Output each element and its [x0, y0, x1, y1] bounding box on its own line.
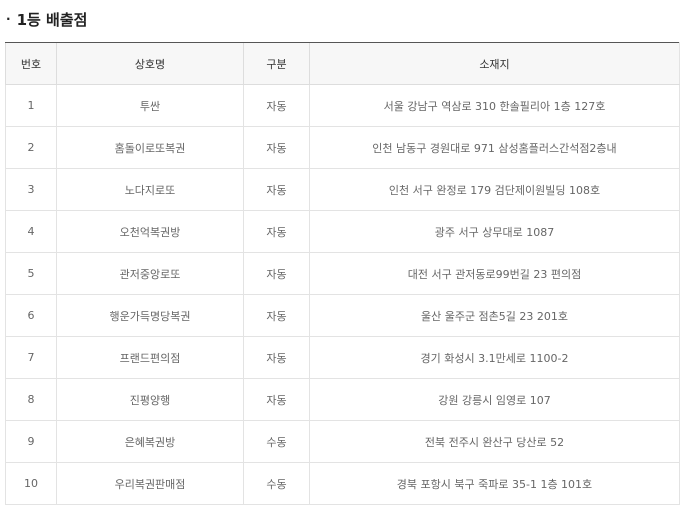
cell-address: 강원 강릉시 임영로 107 [309, 378, 680, 421]
cell-name: 오천억복권방 [56, 210, 244, 253]
cell-no: 8 [5, 378, 57, 421]
table-row: 9 은혜복권방 수동 전북 전주시 완산구 당산로 52 [5, 420, 680, 463]
cell-no: 4 [5, 210, 57, 253]
cell-no: 1 [5, 84, 57, 127]
cell-address: 전북 전주시 완산구 당산로 52 [309, 420, 680, 463]
table-header-row: 번호 상호명 구분 소재지 [5, 42, 680, 85]
table-row: 8 진평양행 자동 강원 강릉시 임영로 107 [5, 378, 680, 421]
cell-address: 대전 서구 관저동로99번길 23 편의점 [309, 252, 680, 295]
cell-address: 서울 강남구 역삼로 310 한솔필리아 1층 127호 [309, 84, 680, 127]
winning-stores-table: 번호 상호명 구분 소재지 1 투싼 자동 서울 강남구 역삼로 310 한솔필… [5, 42, 680, 505]
cell-name: 홈돌이로또복권 [56, 126, 244, 169]
cell-type: 자동 [243, 378, 310, 421]
table-row: 10 우리복권판매점 수동 경북 포항시 북구 죽파로 35-1 1층 101호 [5, 462, 680, 505]
cell-no: 5 [5, 252, 57, 295]
cell-type: 수동 [243, 462, 310, 505]
header-address: 소재지 [309, 42, 680, 85]
table-row: 4 오천억복권방 자동 광주 서구 상무대로 1087 [5, 210, 680, 253]
cell-no: 10 [5, 462, 57, 505]
cell-no: 6 [5, 294, 57, 337]
cell-no: 2 [5, 126, 57, 169]
cell-type: 자동 [243, 294, 310, 337]
cell-address: 경북 포항시 북구 죽파로 35-1 1층 101호 [309, 462, 680, 505]
cell-no: 7 [5, 336, 57, 379]
table-row: 3 노다지로또 자동 인천 서구 완정로 179 검단제이원빌딩 108호 [5, 168, 680, 211]
cell-name: 은혜복권방 [56, 420, 244, 463]
cell-type: 자동 [243, 168, 310, 211]
cell-address: 경기 화성시 3.1만세로 1100-2 [309, 336, 680, 379]
cell-name: 행운가득명당복권 [56, 294, 244, 337]
cell-address: 인천 남동구 경원대로 971 삼성홈플러스간석점2층내 [309, 126, 680, 169]
cell-name: 관저중앙로또 [56, 252, 244, 295]
table-row: 1 투싼 자동 서울 강남구 역삼로 310 한솔필리아 1층 127호 [5, 84, 680, 127]
cell-name: 프랜드편의점 [56, 336, 244, 379]
cell-name: 투싼 [56, 84, 244, 127]
cell-type: 자동 [243, 126, 310, 169]
cell-address: 광주 서구 상무대로 1087 [309, 210, 680, 253]
section-title-text: 1등 배출점 [16, 10, 88, 29]
cell-type: 자동 [243, 252, 310, 295]
header-no: 번호 [5, 42, 57, 85]
cell-name: 진평양행 [56, 378, 244, 421]
cell-address: 인천 서구 완정로 179 검단제이원빌딩 108호 [309, 168, 680, 211]
cell-address: 울산 울주군 점촌5길 23 201호 [309, 294, 680, 337]
bullet-icon: · [6, 12, 11, 26]
table-row: 2 홈돌이로또복권 자동 인천 남동구 경원대로 971 삼성홈플러스간석점2층… [5, 126, 680, 169]
header-type: 구분 [243, 42, 310, 85]
cell-type: 자동 [243, 210, 310, 253]
cell-type: 자동 [243, 84, 310, 127]
header-name: 상호명 [56, 42, 244, 85]
cell-type: 자동 [243, 336, 310, 379]
table-row: 7 프랜드편의점 자동 경기 화성시 3.1만세로 1100-2 [5, 336, 680, 379]
cell-no: 3 [5, 168, 57, 211]
cell-type: 수동 [243, 420, 310, 463]
table-row: 5 관저중앙로또 자동 대전 서구 관저동로99번길 23 편의점 [5, 252, 680, 295]
table-row: 6 행운가득명당복권 자동 울산 울주군 점촌5길 23 201호 [5, 294, 680, 337]
cell-no: 9 [5, 420, 57, 463]
cell-name: 노다지로또 [56, 168, 244, 211]
cell-name: 우리복권판매점 [56, 462, 244, 505]
section-title: · 1등 배출점 [6, 8, 87, 30]
